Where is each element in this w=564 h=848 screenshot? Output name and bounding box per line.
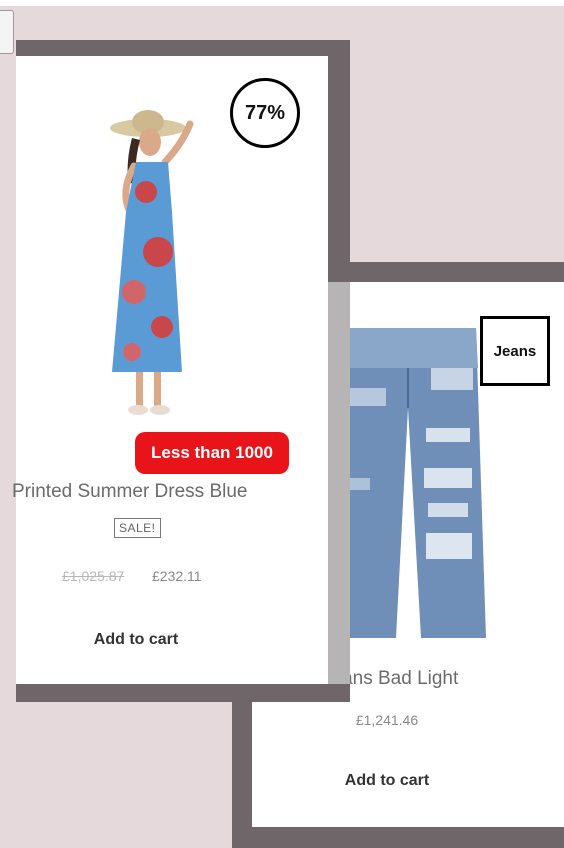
sale-tag: SALE!	[114, 518, 161, 538]
product-price: £1,241.46	[355, 712, 419, 728]
discount-badge: 77%	[230, 78, 300, 148]
add-to-cart-button[interactable]: Add to cart	[252, 772, 522, 790]
promo-badge: Less than 1000	[135, 432, 289, 474]
category-badge[interactable]: Jeans	[480, 316, 550, 386]
top-strip	[0, 0, 564, 6]
add-to-cart-button[interactable]: Add to cart	[16, 631, 256, 649]
card-shadow	[328, 282, 350, 684]
dress-product-card[interactable]: 77% Less than 1000 Printed Summer Dress …	[12, 56, 328, 684]
dress-product-image[interactable]	[70, 102, 220, 432]
product-name[interactable]: Printed Summer Dress Blue	[12, 481, 312, 503]
old-price: £1,025.87	[62, 568, 125, 584]
product-price: £232.11	[152, 568, 202, 584]
corner-widget[interactable]	[0, 10, 14, 54]
jeans-product-image[interactable]	[326, 328, 486, 638]
